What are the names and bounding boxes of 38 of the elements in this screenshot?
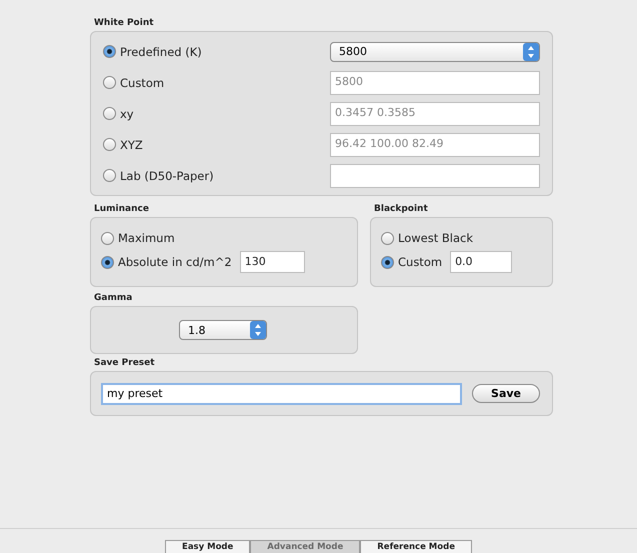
input-field[interactable]: 5800 (330, 70, 540, 94)
radio-label: Absolute in cd/m^2 (118, 255, 232, 269)
preset-name-field[interactable]: my preset (101, 382, 462, 404)
radio-label: Predefined (K) (120, 44, 202, 58)
radio-button[interactable] (101, 256, 114, 268)
stepper-icon (523, 42, 539, 60)
stepper-icon (250, 321, 266, 339)
radio-label: Lowest Black (398, 231, 473, 245)
kelvin-select[interactable]: 5800 (330, 42, 540, 62)
group-title: Luminance (94, 204, 150, 214)
input-field[interactable] (330, 164, 540, 188)
radio-button[interactable] (103, 107, 116, 120)
radio-button[interactable] (103, 45, 116, 58)
radio-button[interactable] (381, 232, 394, 244)
radio-label: XYZ (120, 138, 143, 152)
radio-button[interactable] (103, 169, 116, 182)
radio-button[interactable] (103, 138, 116, 151)
input-field[interactable]: 130 (240, 251, 305, 273)
radio-label: Maximum (118, 231, 175, 245)
mode-tab[interactable]: Easy Mode (165, 540, 250, 553)
radio-button[interactable] (101, 232, 114, 244)
radio-label: Custom (120, 76, 164, 90)
gamma-select[interactable]: 1.8 (179, 320, 267, 340)
group-title: Save Preset (94, 358, 156, 368)
radio-label: Lab (D50-Paper) (120, 168, 214, 182)
group-title: White Point (94, 18, 155, 28)
save-button[interactable]: Save (472, 384, 540, 403)
radio-label: xy (120, 106, 134, 120)
radio-button[interactable] (103, 76, 116, 89)
group-title: Blackpoint (374, 204, 429, 214)
radio-button[interactable] (381, 256, 394, 268)
mode-tab[interactable]: Reference Mode (360, 540, 472, 553)
group-title: Gamma (94, 293, 134, 303)
radio-label: Custom (398, 255, 442, 269)
mode-tab[interactable]: Advanced Mode (250, 540, 360, 553)
input-field[interactable]: 96.42 100.00 82.49 (330, 132, 540, 156)
input-field[interactable]: 0.3457 0.3585 (330, 102, 540, 126)
input-field[interactable]: 0.0 (450, 251, 512, 273)
